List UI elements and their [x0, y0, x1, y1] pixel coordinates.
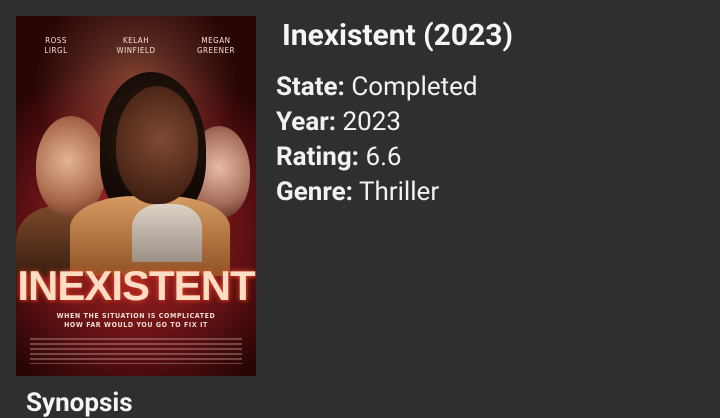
poster-cast-name: ROSS LIRGL	[44, 36, 68, 55]
poster-cast-name: MEGAN GREENER	[196, 36, 236, 55]
detail-genre: Genre: Thriller	[276, 175, 478, 210]
detail-key: Genre:	[276, 177, 353, 207]
poster-figure-center	[116, 86, 198, 204]
detail-year: Year: 2023	[276, 105, 478, 140]
poster-cast-names: ROSS LIRGL KELAH WINFIELD MEGAN GREENER	[16, 36, 256, 56]
detail-value: 6.6	[365, 142, 402, 172]
synopsis-heading: Synopsis	[26, 388, 133, 418]
detail-value: 2023	[342, 107, 401, 137]
poster-tagline: WHEN THE SITUATION IS COMPLICATED HOW FA…	[56, 312, 216, 329]
movie-title: Inexistent (2023)	[282, 18, 514, 53]
detail-key: Rating:	[276, 142, 360, 172]
detail-value: Thriller	[358, 177, 440, 207]
detail-state: State: Completed	[276, 70, 478, 105]
poster-cast-name: KELAH WINFIELD	[116, 36, 156, 55]
poster-credits-block	[30, 338, 242, 364]
movie-poster[interactable]: ROSS LIRGL KELAH WINFIELD MEGAN GREENER …	[16, 16, 256, 376]
poster-figure-left	[36, 116, 106, 216]
detail-rating: Rating: 6.6	[276, 140, 478, 175]
detail-key: State:	[276, 72, 345, 102]
detail-key: Year:	[276, 107, 337, 137]
poster-figure-center-shirt	[132, 204, 202, 262]
detail-value: Completed	[351, 72, 478, 102]
movie-details: State: Completed Year: 2023 Rating: 6.6 …	[276, 70, 478, 210]
poster-title: INEXISTENT	[17, 262, 255, 309]
